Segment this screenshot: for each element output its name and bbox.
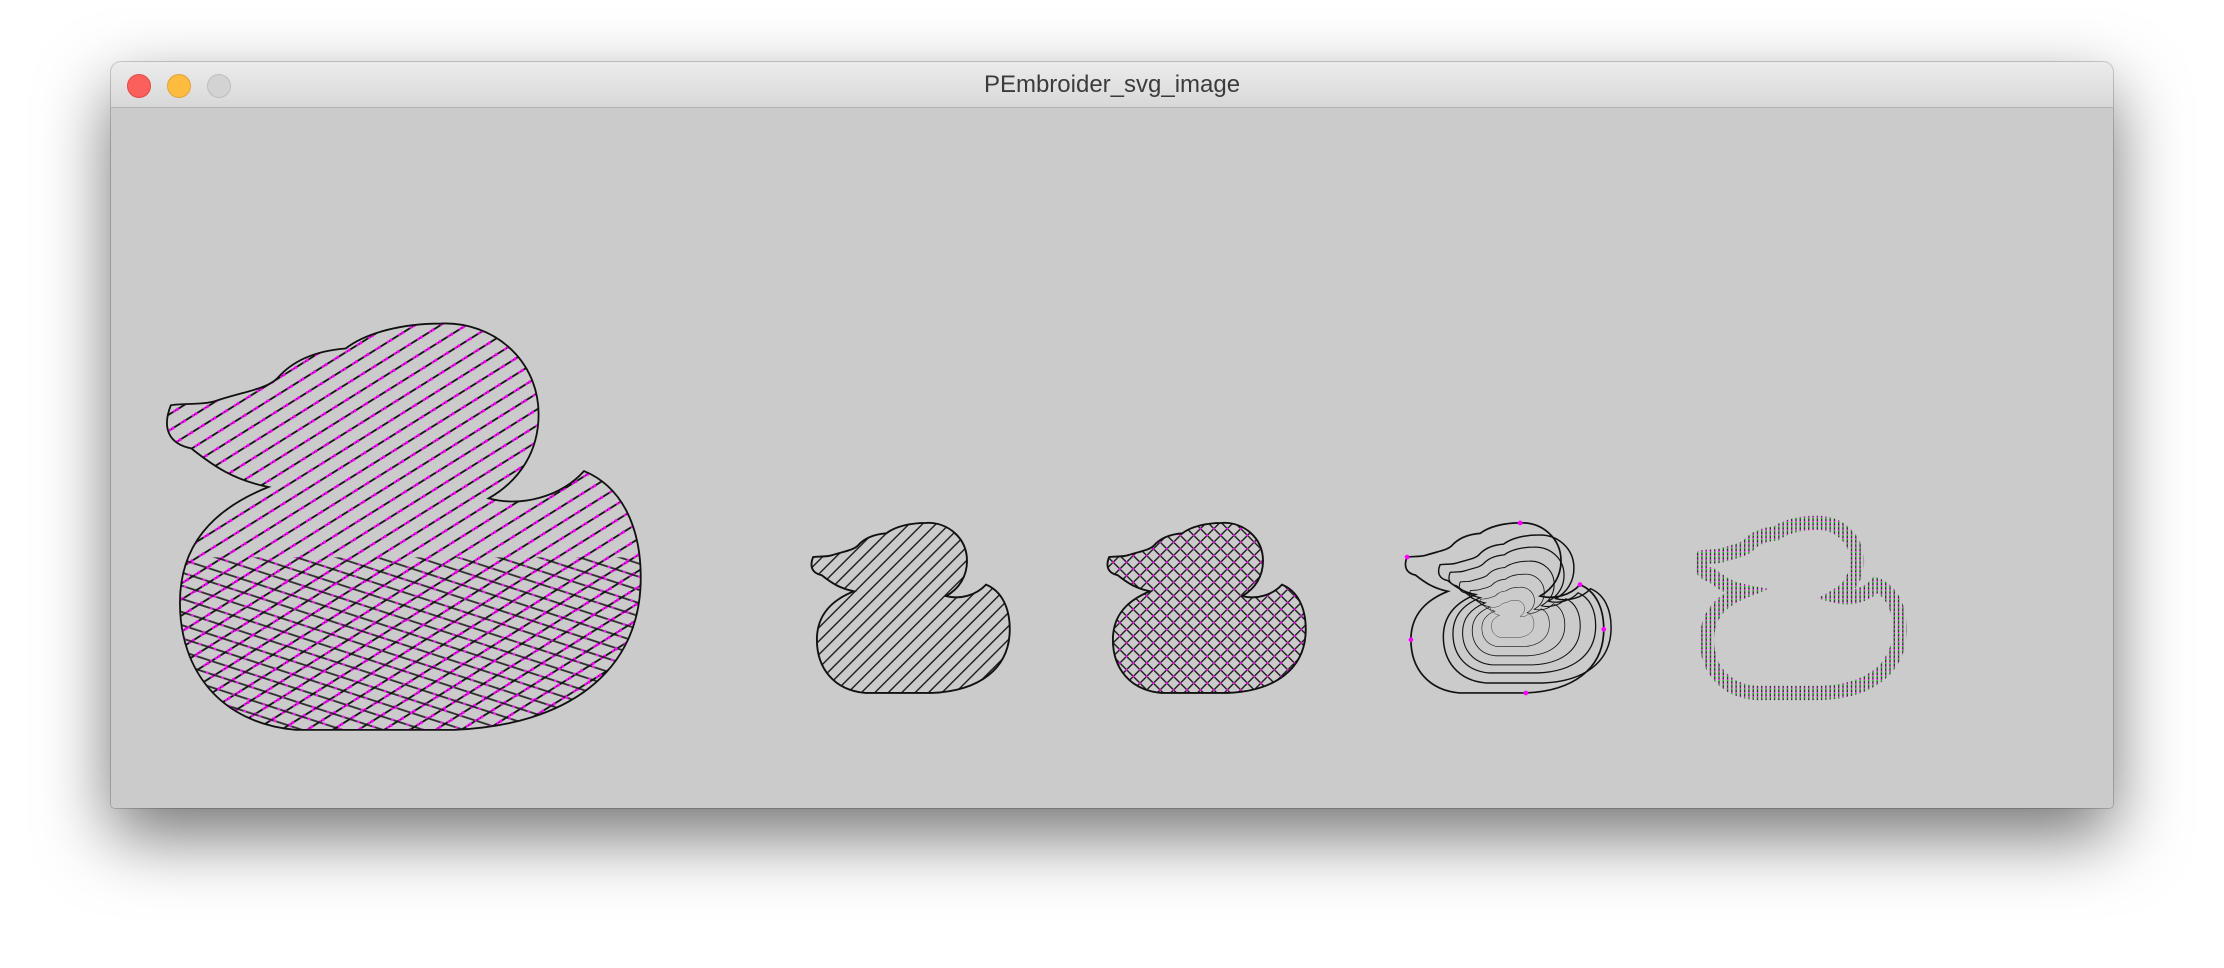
duck-crosshatch-fill: [1092, 512, 1320, 712]
duck-concentric-fill: [1405, 521, 1611, 696]
embroidery-preview: [111, 108, 1924, 808]
sketch-canvas[interactable]: [111, 108, 2113, 808]
duck-flow-fill: [130, 296, 675, 773]
window-title: PEmbroider_svg_image: [983, 71, 1241, 98]
title-bar[interactable]: PEmbroider_svg_image: [111, 62, 2113, 108]
app-window: PEmbroider_svg_image: [111, 62, 2113, 808]
duck-hatch-fill: [796, 512, 1024, 712]
duck-outline-satin: [1676, 502, 1924, 711]
